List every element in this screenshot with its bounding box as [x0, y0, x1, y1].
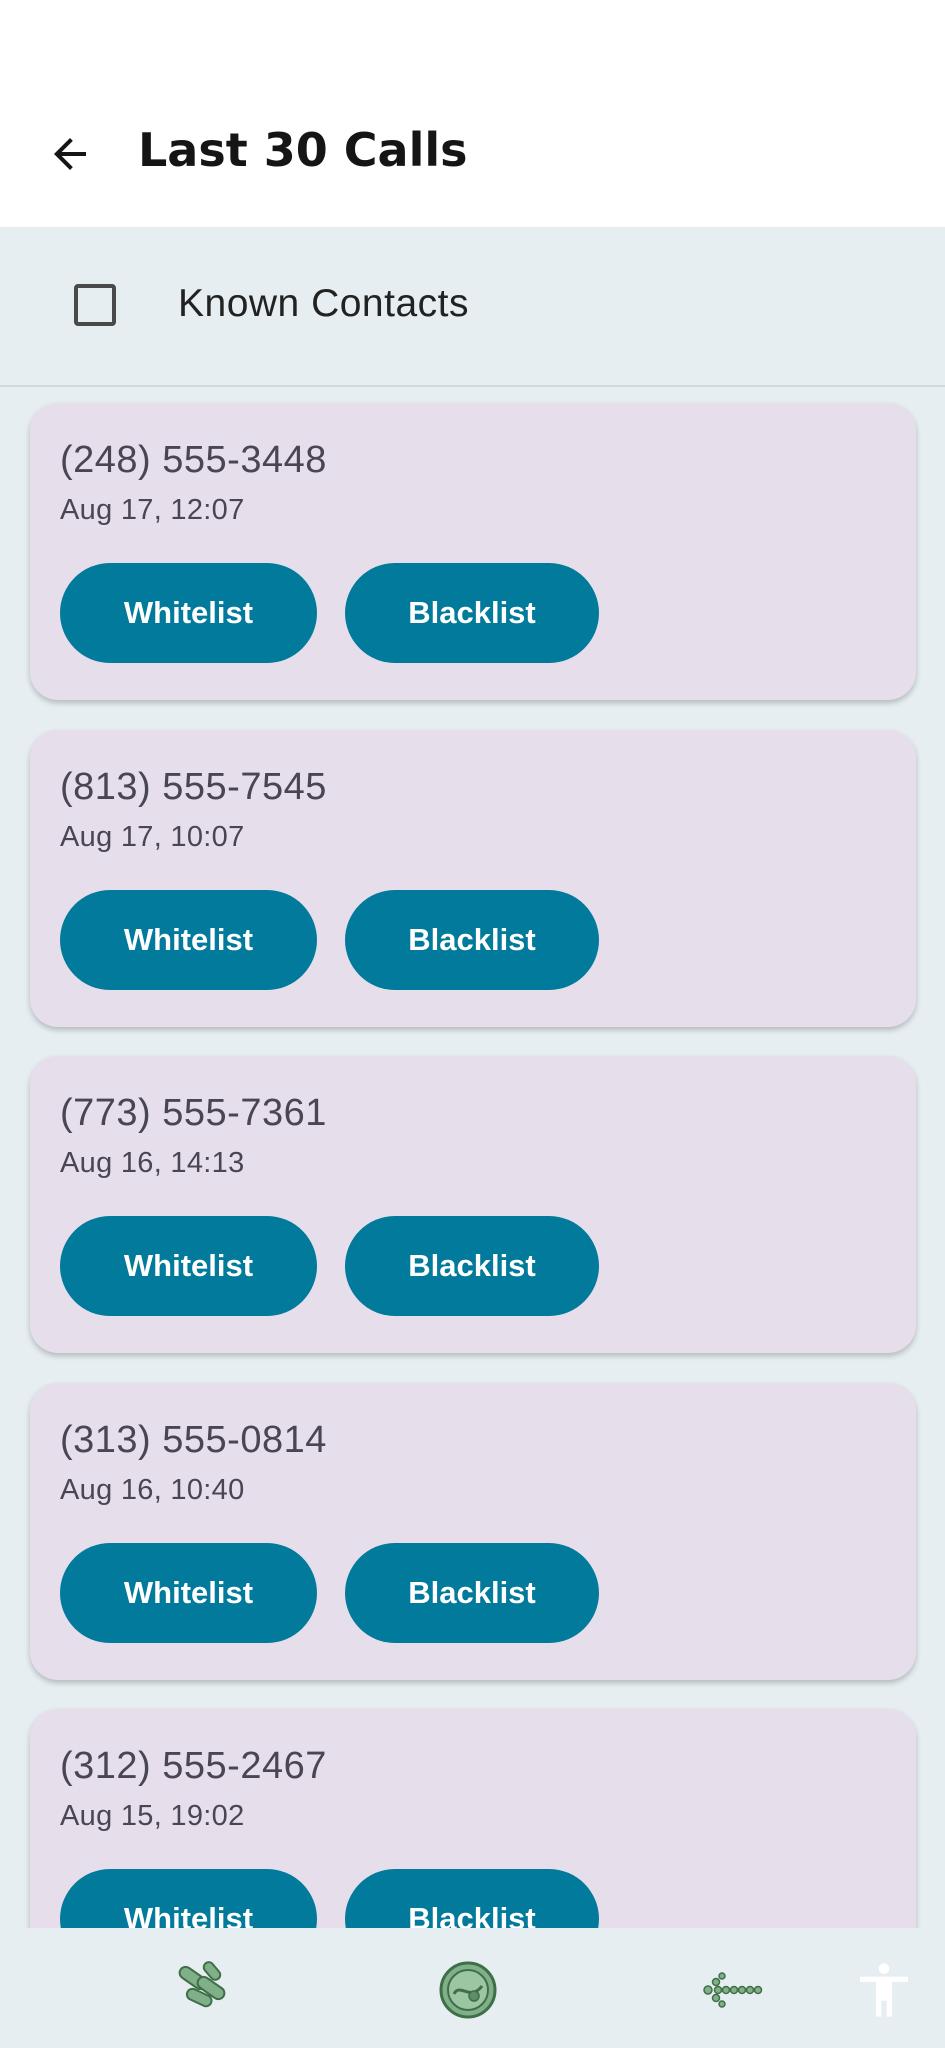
bottom-navigation: [0, 1928, 945, 2048]
whitelist-button[interactable]: Whitelist: [60, 1543, 317, 1643]
phone-number: (773) 555-7361: [60, 1092, 327, 1134]
phone-number: (248) 555-3448: [60, 439, 327, 481]
nav-bacteria[interactable]: [172, 1958, 236, 2022]
call-card: (813) 555-7545 Aug 17, 10:07 Whitelist B…: [30, 730, 916, 1027]
cell-icon: [439, 1961, 497, 2019]
back-button[interactable]: [40, 124, 100, 184]
call-date: Aug 17, 12:07: [60, 494, 245, 526]
known-contacts-filter: Known Contacts: [0, 227, 945, 387]
bacteria-icon: [178, 1961, 226, 2008]
phone-number: (813) 555-7545: [60, 766, 327, 808]
blacklist-button[interactable]: Blacklist: [345, 1869, 599, 1928]
call-date: Aug 15, 19:02: [60, 1800, 245, 1832]
blacklist-button[interactable]: Blacklist: [345, 1216, 599, 1316]
call-list[interactable]: (248) 555-3448 Aug 17, 12:07 Whitelist B…: [0, 387, 945, 1928]
status-bar: [0, 0, 945, 100]
call-date: Aug 17, 10:07: [60, 821, 245, 853]
nav-cell[interactable]: [436, 1958, 500, 2022]
whitelist-button[interactable]: Whitelist: [60, 563, 317, 663]
call-card: (773) 555-7361 Aug 16, 14:13 Whitelist B…: [30, 1056, 916, 1353]
call-card: (312) 555-2467 Aug 15, 19:02 Whitelist B…: [30, 1709, 916, 1928]
known-contacts-label: Known Contacts: [178, 282, 469, 325]
call-date: Aug 16, 10:40: [60, 1474, 245, 1506]
dna-arrow-icon: [703, 1972, 763, 2008]
phone-number: (313) 555-0814: [60, 1419, 327, 1461]
whitelist-button[interactable]: Whitelist: [60, 1869, 317, 1928]
nav-dna-arrow[interactable]: [700, 1958, 764, 2022]
whitelist-button[interactable]: Whitelist: [60, 890, 317, 990]
app-bar: Last 30 Calls: [0, 100, 945, 227]
whitelist-button[interactable]: Whitelist: [60, 1216, 317, 1316]
call-card: (248) 555-3448 Aug 17, 12:07 Whitelist B…: [30, 403, 916, 700]
call-date: Aug 16, 14:13: [60, 1147, 245, 1179]
blacklist-button[interactable]: Blacklist: [345, 1543, 599, 1643]
call-card: (313) 555-0814 Aug 16, 10:40 Whitelist B…: [30, 1383, 916, 1680]
page-title: Last 30 Calls: [138, 123, 468, 177]
phone-number: (312) 555-2467: [60, 1745, 327, 1787]
blacklist-button[interactable]: Blacklist: [345, 563, 599, 663]
arrow-back-icon: [54, 138, 86, 170]
blacklist-button[interactable]: Blacklist: [345, 890, 599, 990]
known-contacts-checkbox[interactable]: [74, 284, 116, 326]
accessibility-icon: [860, 1963, 908, 2017]
nav-accessibility[interactable]: [852, 1958, 916, 2022]
